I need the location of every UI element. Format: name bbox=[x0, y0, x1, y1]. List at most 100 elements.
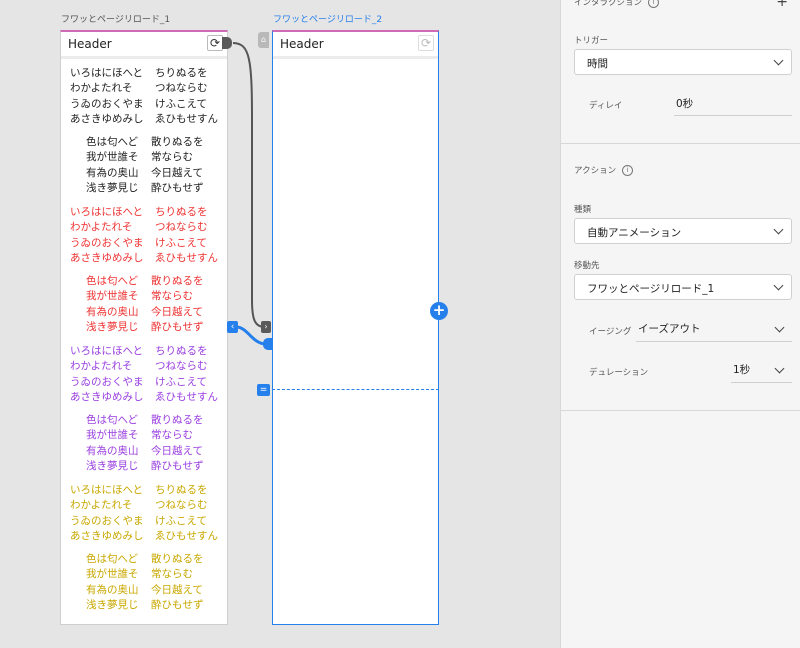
property-inspector: インタラクション i + トリガー 時間 ディレイ 0秒 アクション i 種類 自動… bbox=[560, 0, 800, 648]
chevron-down-icon bbox=[773, 55, 784, 66]
artboard-2[interactable]: Header ⟳ bbox=[272, 30, 439, 625]
header-bar[interactable]: Header ⟳ bbox=[61, 32, 227, 59]
wire-target-node[interactable] bbox=[263, 338, 272, 350]
poem-line-first: 有為の奥山 bbox=[86, 444, 139, 457]
poem-line: 浅き夢見じ 酔ひもせず bbox=[86, 459, 204, 474]
destination-label: 移動先 bbox=[574, 261, 600, 271]
poem-line: 我が世誰そ 常ならむ bbox=[86, 428, 204, 443]
poem-line: わかよたれそ つねならむ bbox=[70, 498, 218, 513]
poem-line: あさきゆめみし ゑひもせすん bbox=[70, 251, 218, 266]
poem-line-first: 我が世誰そ bbox=[86, 290, 139, 303]
chevron-down-icon bbox=[773, 224, 784, 235]
poem-line-first: 浅き夢見じ bbox=[86, 598, 139, 611]
poem-line-second: つねならむ bbox=[155, 499, 208, 512]
poem-line: 我が世誰そ 常ならむ bbox=[86, 289, 204, 304]
header-bar[interactable]: Header ⟳ bbox=[273, 32, 438, 59]
poem-line: 我が世誰そ 常ならむ bbox=[86, 150, 204, 165]
poem-line-second: つねならむ bbox=[155, 360, 208, 373]
poem-line-first: わかよたれそ bbox=[70, 360, 133, 373]
poem-line: 色は匂へど 散りぬるを bbox=[86, 413, 204, 428]
easing-value: イーズアウト bbox=[638, 323, 701, 335]
poem-line-first: いろはにほへと bbox=[70, 345, 143, 357]
artboard-1-title[interactable]: フワッとページリロード_1 bbox=[61, 12, 170, 25]
scroll-position-line bbox=[272, 389, 439, 390]
poem-block: 色は匂へど 散りぬるを 我が世誰そ 常ならむ 有為の奥山 今日越えて 浅き夢見じ 酔ひもせず bbox=[86, 135, 204, 196]
poem-line-second: 酔ひもせず bbox=[151, 459, 204, 472]
poem-line-first: 有為の奥山 bbox=[86, 166, 139, 179]
wire-source-node[interactable] bbox=[222, 37, 232, 49]
poem-line-second: 今日越えて bbox=[151, 166, 203, 179]
poem-line-first: 色は匂へど bbox=[86, 553, 138, 565]
poem-line-first: わかよたれそ bbox=[70, 82, 133, 95]
back-arrow-icon[interactable]: ‹ bbox=[227, 321, 238, 333]
type-select[interactable]: 自動アニメーション bbox=[574, 218, 792, 244]
poem-line-second: 酔ひもせず bbox=[151, 320, 204, 333]
interaction-title: インタラクション bbox=[574, 0, 643, 8]
poem-line: 有為の奥山 今日越えて bbox=[86, 166, 204, 181]
trigger-label: トリガー bbox=[574, 36, 609, 46]
poem-line: わかよたれそ つねならむ bbox=[70, 81, 218, 96]
chevron-down-icon bbox=[773, 280, 784, 291]
artboard-1[interactable]: Header ⟳ いろはにほへと ちりぬるを わかよたれそ つねならむ うゐのおくやまけ… bbox=[60, 30, 228, 625]
poem-line: あさきゆめみし ゑひもせすん bbox=[70, 112, 218, 127]
scroll-handle-icon[interactable]: = bbox=[257, 384, 270, 396]
poem-line-first: 有為の奥山 bbox=[86, 305, 139, 318]
poem-line-first: 色は匂へど bbox=[86, 275, 138, 287]
poem-line-second: ゑひもせすん bbox=[155, 112, 218, 125]
poem-block: 色は匂へど 散りぬるを 我が世誰そ 常ならむ 有為の奥山 今日越えて浅き夢見じ 酔ひもせず bbox=[86, 413, 204, 474]
poem-line-first: いろはにほへと bbox=[70, 206, 143, 218]
poem-block: いろはにほへと ちりぬるを わかよたれそ つねならむ うゐのおくやま けふこえて あさきゆめ… bbox=[70, 66, 218, 127]
poem-line-second: ちりぬるを bbox=[155, 484, 208, 496]
wire-arrow-icon[interactable]: › bbox=[261, 321, 271, 333]
poem-line: うゐのおくやま けふこえて bbox=[70, 514, 218, 529]
poem-line: 有為の奥山 今日越えて bbox=[86, 305, 204, 320]
poem-line: 浅き夢見じ 酔ひもせず bbox=[86, 598, 204, 613]
poem-line-second: ちりぬるを bbox=[155, 345, 208, 357]
poem-line-first: 有為の奥山 bbox=[86, 583, 139, 596]
easing-label: イージング bbox=[589, 327, 632, 337]
refresh-icon[interactable]: ⟳ bbox=[418, 35, 434, 51]
poem-line: あさきゆめみし ゑひもせすん bbox=[70, 529, 218, 544]
poem-block: いろはにほへと ちりぬるを わかよたれそ つねならむ うゐのおくやま けふこえて あさきゆめ… bbox=[70, 483, 218, 544]
poem-block: 色は匂へど 散りぬるを 我が世誰そ 常ならむ 有為の奥山 今日越えて 浅き夢見じ 酔ひもせず bbox=[86, 274, 204, 335]
poem-line: いろはにほへと ちりぬるを bbox=[70, 205, 218, 220]
poem-line-second: 常ならむ bbox=[151, 429, 193, 442]
easing-select[interactable]: イーズアウト bbox=[636, 319, 792, 342]
poem-line: うゐのおくやま けふこえて bbox=[70, 375, 218, 390]
poem-line-first: 我が世誰そ bbox=[86, 568, 139, 581]
poem-line: 色は匂へど 散りぬるを bbox=[86, 274, 204, 289]
artboard-2-title[interactable]: フワッとページリロード_2 bbox=[273, 12, 382, 25]
poem-line-second: 今日越えて bbox=[151, 444, 203, 457]
add-interaction-button[interactable]: + bbox=[776, 0, 788, 10]
delay-value[interactable]: 0秒 bbox=[676, 96, 693, 111]
type-value: 自動アニメーション bbox=[587, 227, 682, 239]
refresh-icon[interactable]: ⟳ bbox=[207, 35, 223, 51]
destination-select[interactable]: フワッとページリロード_1 bbox=[574, 274, 792, 300]
trigger-select[interactable]: 時間 bbox=[574, 49, 792, 75]
trigger-value: 時間 bbox=[587, 58, 608, 70]
info-icon[interactable]: i bbox=[648, 0, 660, 8]
poem-line-second: 常ならむ bbox=[151, 290, 193, 303]
poem-line-second: けふこえて bbox=[155, 97, 207, 110]
poem-line-first: 浅き夢見じ bbox=[86, 181, 139, 194]
poem-line-second: ゑひもせすん bbox=[155, 390, 218, 403]
design-canvas[interactable]: フワッとページリロード_1 フワッとページリロード_2 Header ⟳ いろは… bbox=[0, 0, 560, 648]
duration-select[interactable]: 1秒 bbox=[731, 360, 792, 383]
home-icon[interactable]: ⌂ bbox=[258, 32, 269, 48]
poem-block: いろはにほへと ちりぬるを わかよたれそ つねならむ うゐのおくやま けふこえて あさきゆめ… bbox=[70, 344, 218, 405]
poem-line-first: うゐのおくやま bbox=[70, 514, 144, 527]
poem-line-second: 散りぬるを bbox=[151, 275, 204, 287]
poem-line-second: 今日越えて bbox=[151, 305, 203, 318]
action-title: アクション bbox=[574, 166, 617, 176]
poem-line-second: ちりぬるを bbox=[155, 206, 208, 218]
header-text: Header bbox=[280, 37, 324, 51]
delay-underline bbox=[674, 115, 792, 116]
poem-block: 色は匂へど 散りぬるを 我が世誰そ 常ならむ 有為の奥山 今日越えて 浅き夢見じ 酔ひもせず bbox=[86, 552, 204, 613]
poem-line-second: つねならむ bbox=[155, 82, 208, 95]
info-icon[interactable]: i bbox=[622, 165, 634, 176]
duration-value: 1秒 bbox=[733, 364, 751, 376]
poem-line-first: わかよたれそ bbox=[70, 221, 133, 234]
type-label: 種類 bbox=[574, 205, 592, 215]
add-icon[interactable]: + bbox=[430, 302, 448, 320]
poem-line-second: 常ならむ bbox=[151, 568, 193, 581]
